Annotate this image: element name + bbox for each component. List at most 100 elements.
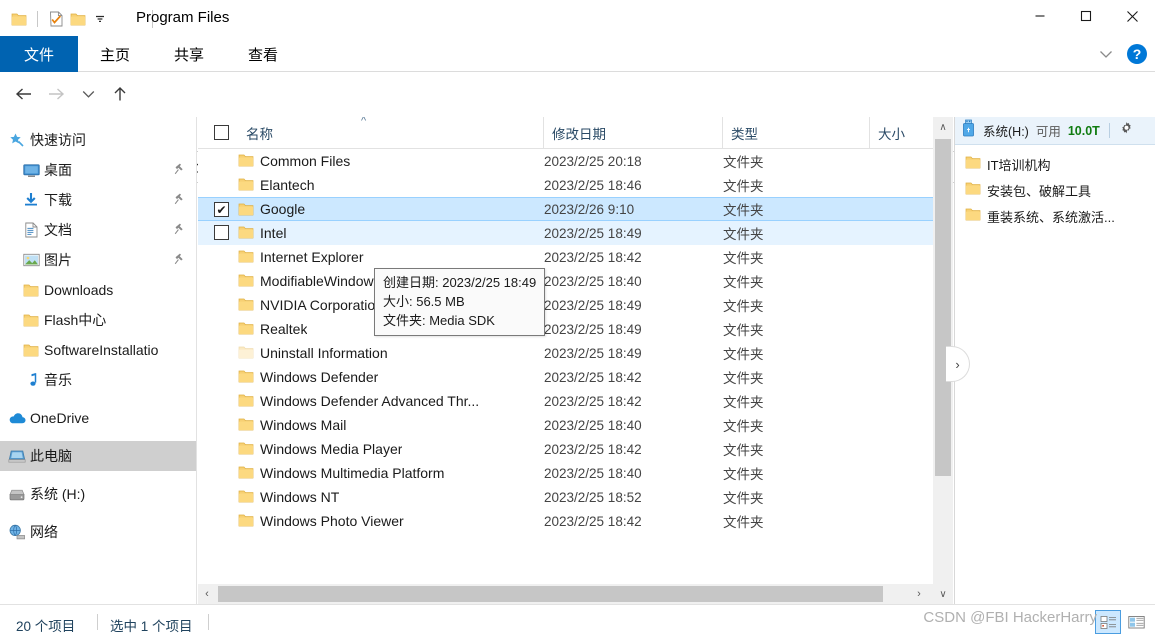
- folder-tooltip: 创建日期: 2023/2/25 18:49 大小: 56.5 MB 文件夹: M…: [374, 268, 546, 336]
- sidebar-item-item-0[interactable]: 快速访问: [0, 125, 196, 155]
- toolbar-divider: [37, 11, 38, 27]
- table-row[interactable]: Realtek 2023/2/25 18:49 文件夹: [198, 317, 953, 341]
- usb-panel-header: 系统(H:) 可用 10.0T: [955, 117, 1155, 145]
- column-headers: 名称 ^ 修改日期 类型 大小: [198, 117, 953, 149]
- large-icons-view-button[interactable]: [1123, 610, 1149, 634]
- scroll-up-button[interactable]: ∧: [933, 117, 953, 137]
- file-explorer-window: Program Files 文件 主页 共享 查看 ? 快速访问 桌面 下载 文…: [0, 0, 1155, 638]
- row-checkbox[interactable]: ✔: [214, 202, 229, 217]
- horizontal-scrollbar-thumb[interactable]: [218, 586, 883, 602]
- maximize-button[interactable]: [1063, 0, 1109, 32]
- column-header-size[interactable]: 大小: [870, 117, 931, 148]
- table-row[interactable]: Windows Defender 2023/2/25 18:42 文件夹: [198, 365, 953, 389]
- sidebar-item-item-10[interactable]: 此电脑: [0, 441, 196, 471]
- pin-icon[interactable]: [174, 162, 186, 180]
- table-row[interactable]: Windows Photo Viewer 2023/2/25 18:42 文件夹: [198, 509, 953, 533]
- table-row[interactable]: ModifiableWindowsApps 2023/2/25 18:40 文件夹: [198, 269, 953, 293]
- sidebar-item-item-4[interactable]: 图片: [0, 245, 196, 275]
- column-header-name-label: 名称: [246, 126, 273, 142]
- minimize-button[interactable]: [1017, 0, 1063, 32]
- this-pc-icon: [8, 447, 26, 465]
- pin-icon[interactable]: [174, 252, 186, 270]
- gear-icon[interactable]: [1119, 121, 1134, 141]
- scroll-left-button[interactable]: ‹: [198, 584, 216, 604]
- folder-icon[interactable]: [8, 8, 30, 30]
- view-mode-buttons: [1095, 610, 1149, 634]
- sidebar-item-item-2[interactable]: 下载: [0, 185, 196, 215]
- row-name: Uninstall Information: [260, 345, 388, 361]
- sidebar-item-softwareinstallatio[interactable]: SoftwareInstallatio: [0, 335, 196, 365]
- row-date-modified: 2023/2/25 18:42: [544, 369, 642, 385]
- column-header-name[interactable]: 名称 ^: [206, 117, 544, 148]
- row-name: Windows Mail: [260, 417, 347, 433]
- table-row[interactable]: Common Files 2023/2/25 20:18 文件夹: [198, 149, 953, 173]
- tab-home[interactable]: 主页: [78, 36, 152, 72]
- folder-icon: [238, 202, 254, 221]
- table-row[interactable]: Uninstall Information 2023/2/25 18:49 文件夹: [198, 341, 953, 365]
- usb-panel-divider: [1108, 123, 1110, 138]
- sidebar-item-item-8[interactable]: 音乐: [0, 365, 196, 395]
- row-type: 文件夹: [723, 275, 764, 290]
- sidebar-item-flash[interactable]: Flash中心: [0, 305, 196, 335]
- row-date-modified: 2023/2/26 9:10: [544, 201, 635, 217]
- recent-locations-button[interactable]: [72, 79, 104, 109]
- sidebar-item-item-3[interactable]: 文档: [0, 215, 196, 245]
- sidebar-item-onedrive[interactable]: OneDrive: [0, 403, 196, 433]
- close-button[interactable]: [1109, 0, 1155, 32]
- tab-file[interactable]: 文件: [0, 36, 79, 72]
- row-name: Internet Explorer: [260, 249, 364, 265]
- pin-icon[interactable]: [174, 192, 186, 210]
- sidebar-item-downloads[interactable]: Downloads: [0, 275, 196, 305]
- up-button[interactable]: [104, 79, 136, 109]
- properties-icon[interactable]: [45, 8, 67, 30]
- pin-icon[interactable]: [174, 222, 186, 240]
- column-header-type[interactable]: 类型: [723, 117, 870, 148]
- folder-icon: [238, 273, 254, 292]
- table-row[interactable]: Windows Mail 2023/2/25 18:40 文件夹: [198, 413, 953, 437]
- details-view-button[interactable]: [1095, 610, 1121, 634]
- sidebar-item-label: 下载: [44, 192, 72, 208]
- back-button[interactable]: [8, 79, 40, 109]
- window-controls: [1017, 0, 1155, 32]
- row-date-modified: 2023/2/25 18:52: [544, 489, 642, 505]
- table-row[interactable]: Windows Defender Advanced Thr... 2023/2/2…: [198, 389, 953, 413]
- tab-view[interactable]: 查看: [226, 36, 300, 72]
- table-row[interactable]: NVIDIA Corporation 2023/2/25 18:49 文件夹: [198, 293, 953, 317]
- scroll-down-button[interactable]: ∨: [933, 584, 953, 604]
- row-name: Google: [260, 201, 306, 217]
- table-row[interactable]: Windows Media Player 2023/2/25 18:42 文件夹: [198, 437, 953, 461]
- row-name: Windows NT: [260, 489, 340, 505]
- table-row[interactable]: Elantech 2023/2/25 18:46 文件夹: [198, 173, 953, 197]
- folder-icon: [22, 311, 40, 329]
- star-pin-icon: [8, 131, 26, 149]
- column-header-date-modified[interactable]: 修改日期: [544, 117, 723, 148]
- row-name: Windows Media Player: [260, 441, 403, 457]
- usb-folder-item[interactable]: IT培训机构: [955, 151, 1155, 177]
- usb-folder-item[interactable]: 安装包、破解工具: [955, 177, 1155, 203]
- table-row[interactable]: Windows NT 2023/2/25 18:52 文件夹: [198, 485, 953, 509]
- usb-folder-item[interactable]: 重装系统、系统激活...: [955, 203, 1155, 229]
- folder-icon: [965, 207, 981, 226]
- download-icon: [22, 191, 40, 209]
- sidebar-item-h[interactable]: 系统 (H:): [0, 479, 196, 509]
- tab-share[interactable]: 共享: [152, 36, 226, 72]
- table-row[interactable]: Windows Multimedia Platform 2023/2/25 18:…: [198, 461, 953, 485]
- table-row[interactable]: Intel 2023/2/25 18:49 文件夹: [198, 221, 953, 245]
- scroll-right-button[interactable]: ›: [910, 584, 928, 604]
- sidebar-item-item-12[interactable]: 网络: [0, 517, 196, 547]
- customize-dropdown-icon[interactable]: [89, 8, 111, 30]
- chevron-down-icon[interactable]: [1093, 41, 1119, 67]
- help-button[interactable]: ?: [1127, 44, 1147, 64]
- row-checkbox[interactable]: [214, 225, 229, 240]
- horizontal-scrollbar[interactable]: ‹ ›: [198, 584, 933, 604]
- table-row[interactable]: Internet Explorer 2023/2/25 18:42 文件夹: [198, 245, 953, 269]
- vertical-scrollbar-thumb[interactable]: [935, 139, 951, 476]
- row-name: Common Files: [260, 153, 351, 169]
- forward-button: [40, 79, 72, 109]
- new-folder-icon[interactable]: [67, 8, 89, 30]
- sidebar-item-item-1[interactable]: 桌面: [0, 155, 196, 185]
- tooltip-folder: 文件夹: Media SDK: [383, 313, 495, 328]
- table-row[interactable]: ✔ Google 2023/2/26 9:10 文件夹: [198, 197, 953, 221]
